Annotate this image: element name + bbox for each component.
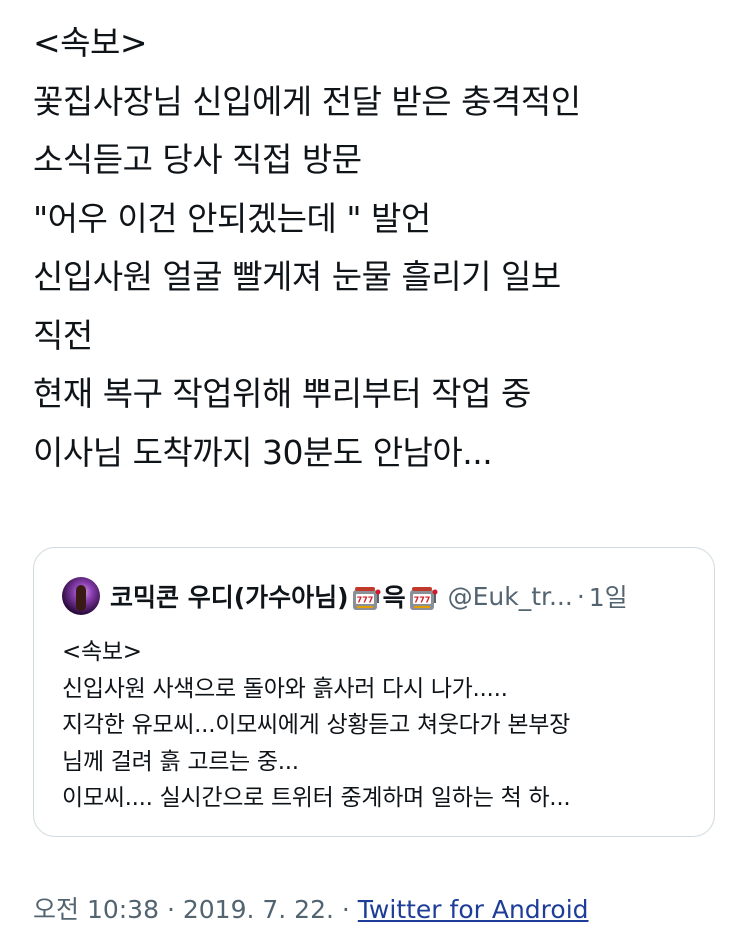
quoted-tweet-text: <속보> 신입사원 사색으로 돌아와 흙사러 다시 나가..... 지각한 유모… [62, 634, 702, 817]
quoted-tweet-card[interactable]: 코믹콘 우디(가수아님) 777 윽 777 @Euk_tr... · 1일 <속보>… [33, 547, 715, 837]
quoted-author-name[interactable]: 코믹콘 우디(가수아님) 777 윽 777 [110, 578, 440, 614]
tweet-line: 신입사원 얼굴 빨게져 눈물 흘리기 일보 [33, 257, 561, 296]
tweet-line: 이사님 도착까지 30분도 안남아... [33, 432, 493, 472]
quoted-author-handle[interactable]: @Euk_tr... [448, 582, 573, 611]
tweet-line: 현재 복구 작업위해 뿌리부터 작업 중 [33, 374, 531, 413]
profile-avatar[interactable] [62, 577, 100, 615]
separator-dot: · [166, 895, 175, 924]
tweet-line: 꽃집사장님 신입에게 전달 받은 충격적인 [33, 81, 581, 121]
quoted-tweet-line: 이모씨.... 실시간으로 트위터 중계하며 일하는 척 하... [62, 785, 571, 811]
quoted-tweet-line: 지각한 유모씨...이모씨에게 상황듣고 쳐웃다가 본부장 [62, 712, 570, 738]
tweet-line: <속보> [33, 23, 148, 62]
svg-text:777: 777 [413, 596, 430, 605]
tweet-date[interactable]: 2019. 7. 22. [183, 895, 334, 924]
tweet-time[interactable]: 오전 10:38 [33, 895, 159, 924]
separator-dot: · [576, 581, 585, 611]
quoted-tweet-time[interactable]: 1일 [589, 578, 628, 614]
tweet-line: 직전 [33, 315, 93, 355]
quoted-tweet-header: 코믹콘 우디(가수아님) 777 윽 777 @Euk_tr... · 1일 [62, 576, 628, 616]
slot-machine-icon: 777 [408, 584, 438, 614]
slot-machine-icon: 777 [351, 584, 381, 614]
tweet-line: 소식듣고 당사 직접 방문 [33, 140, 362, 179]
quoted-author-name-middle: 윽 [382, 583, 406, 612]
quoted-tweet-line: 신입사원 사색으로 돌아와 흙사러 다시 나가..... [62, 675, 508, 702]
tweet-text: <속보> 꽃집사장님 신입에게 전달 받은 충격적인 소식듣고 당사 직접 방문… [33, 14, 733, 482]
tweet-metadata: 오전 10:38 · 2019. 7. 22. · Twitter for An… [33, 890, 589, 926]
svg-text:777: 777 [356, 596, 373, 605]
tweet-source-link[interactable]: Twitter for Android [358, 895, 589, 924]
separator-dot: · [341, 895, 350, 924]
quoted-author-name-prefix: 코믹콘 우디(가수아님) [110, 583, 349, 612]
quoted-tweet-line: <속보> [62, 639, 142, 665]
tweet-line: "어우 이건 안되겠는데 " 발언 [33, 198, 431, 238]
quoted-tweet-line: 님께 걸려 흙 고르는 중... [62, 748, 299, 775]
